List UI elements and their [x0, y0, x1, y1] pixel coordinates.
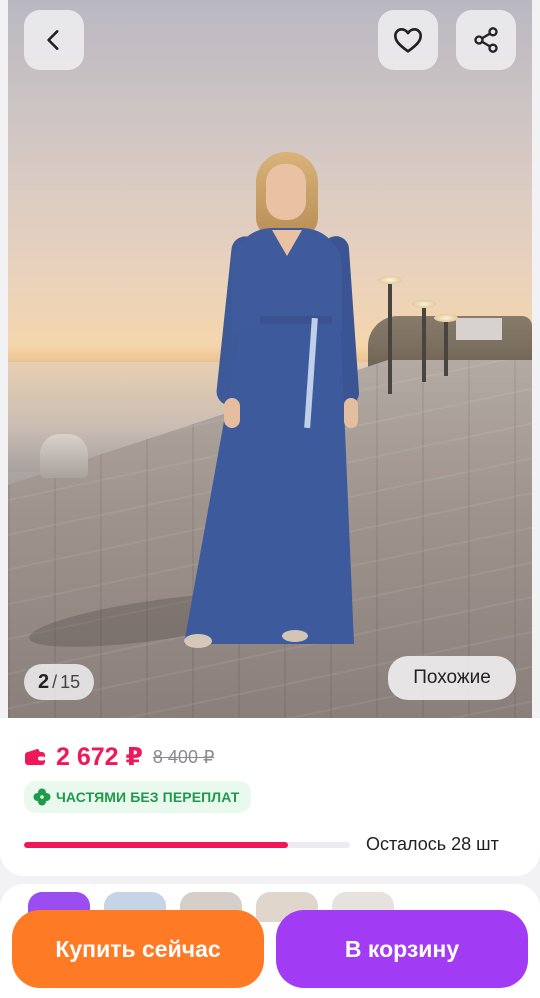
gallery-current: 2 [38, 670, 50, 693]
heart-icon [394, 28, 422, 53]
product-info-card: 2 672 ₽ 8 400 ₽ ЧАСТЯМИ БЕЗ ПЕРЕПЛАТ Ост… [0, 718, 540, 876]
gallery-total: 15 [60, 671, 81, 692]
model-belt [260, 316, 332, 324]
photo-lamp [434, 314, 458, 376]
installment-label: ЧАСТЯМИ БЕЗ ПЕРЕПЛАТ [56, 789, 240, 805]
back-button[interactable] [24, 10, 84, 70]
gallery-separator: / [52, 671, 58, 692]
gallery-counter: 2 / 15 [24, 664, 95, 700]
photo-building [456, 318, 502, 340]
wallet-icon [25, 748, 45, 765]
share-button[interactable] [456, 10, 516, 70]
clover-icon [33, 788, 51, 806]
installment-badge[interactable]: ЧАСТЯМИ БЕЗ ПЕРЕПЛАТ [24, 781, 252, 813]
similar-button[interactable]: Похожие [388, 656, 516, 700]
model-hand [344, 398, 358, 428]
buy-now-button[interactable]: Купить сейчас [12, 910, 264, 988]
model-face [266, 164, 306, 220]
current-price: 2 672 ₽ [56, 743, 143, 771]
favorite-button[interactable] [378, 10, 438, 70]
photo-bollard [40, 434, 88, 478]
old-price: 8 400 ₽ [152, 746, 215, 767]
stock-progress-bar [24, 842, 350, 848]
photo-lamp [378, 276, 402, 394]
chevron-left-icon [47, 30, 59, 50]
product-photo[interactable] [8, 0, 532, 718]
stock-progress-fill [24, 842, 289, 848]
model-shoe [184, 634, 212, 648]
photo-lamp [412, 300, 436, 382]
share-icon [474, 27, 498, 53]
product-screen: 2 / 15 Похожие 2 672 ₽ 8 400 ₽ ЧАСТЯМИ Б… [0, 0, 540, 998]
stock-label: Осталось 28 шт [366, 834, 499, 854]
model-skirt [184, 322, 354, 644]
model-shoe [282, 630, 308, 642]
model-figure [168, 150, 368, 660]
price-row: 2 672 ₽ 8 400 ₽ [24, 742, 214, 772]
model-hand [224, 398, 240, 428]
add-to-cart-button[interactable]: В корзину [276, 910, 528, 988]
